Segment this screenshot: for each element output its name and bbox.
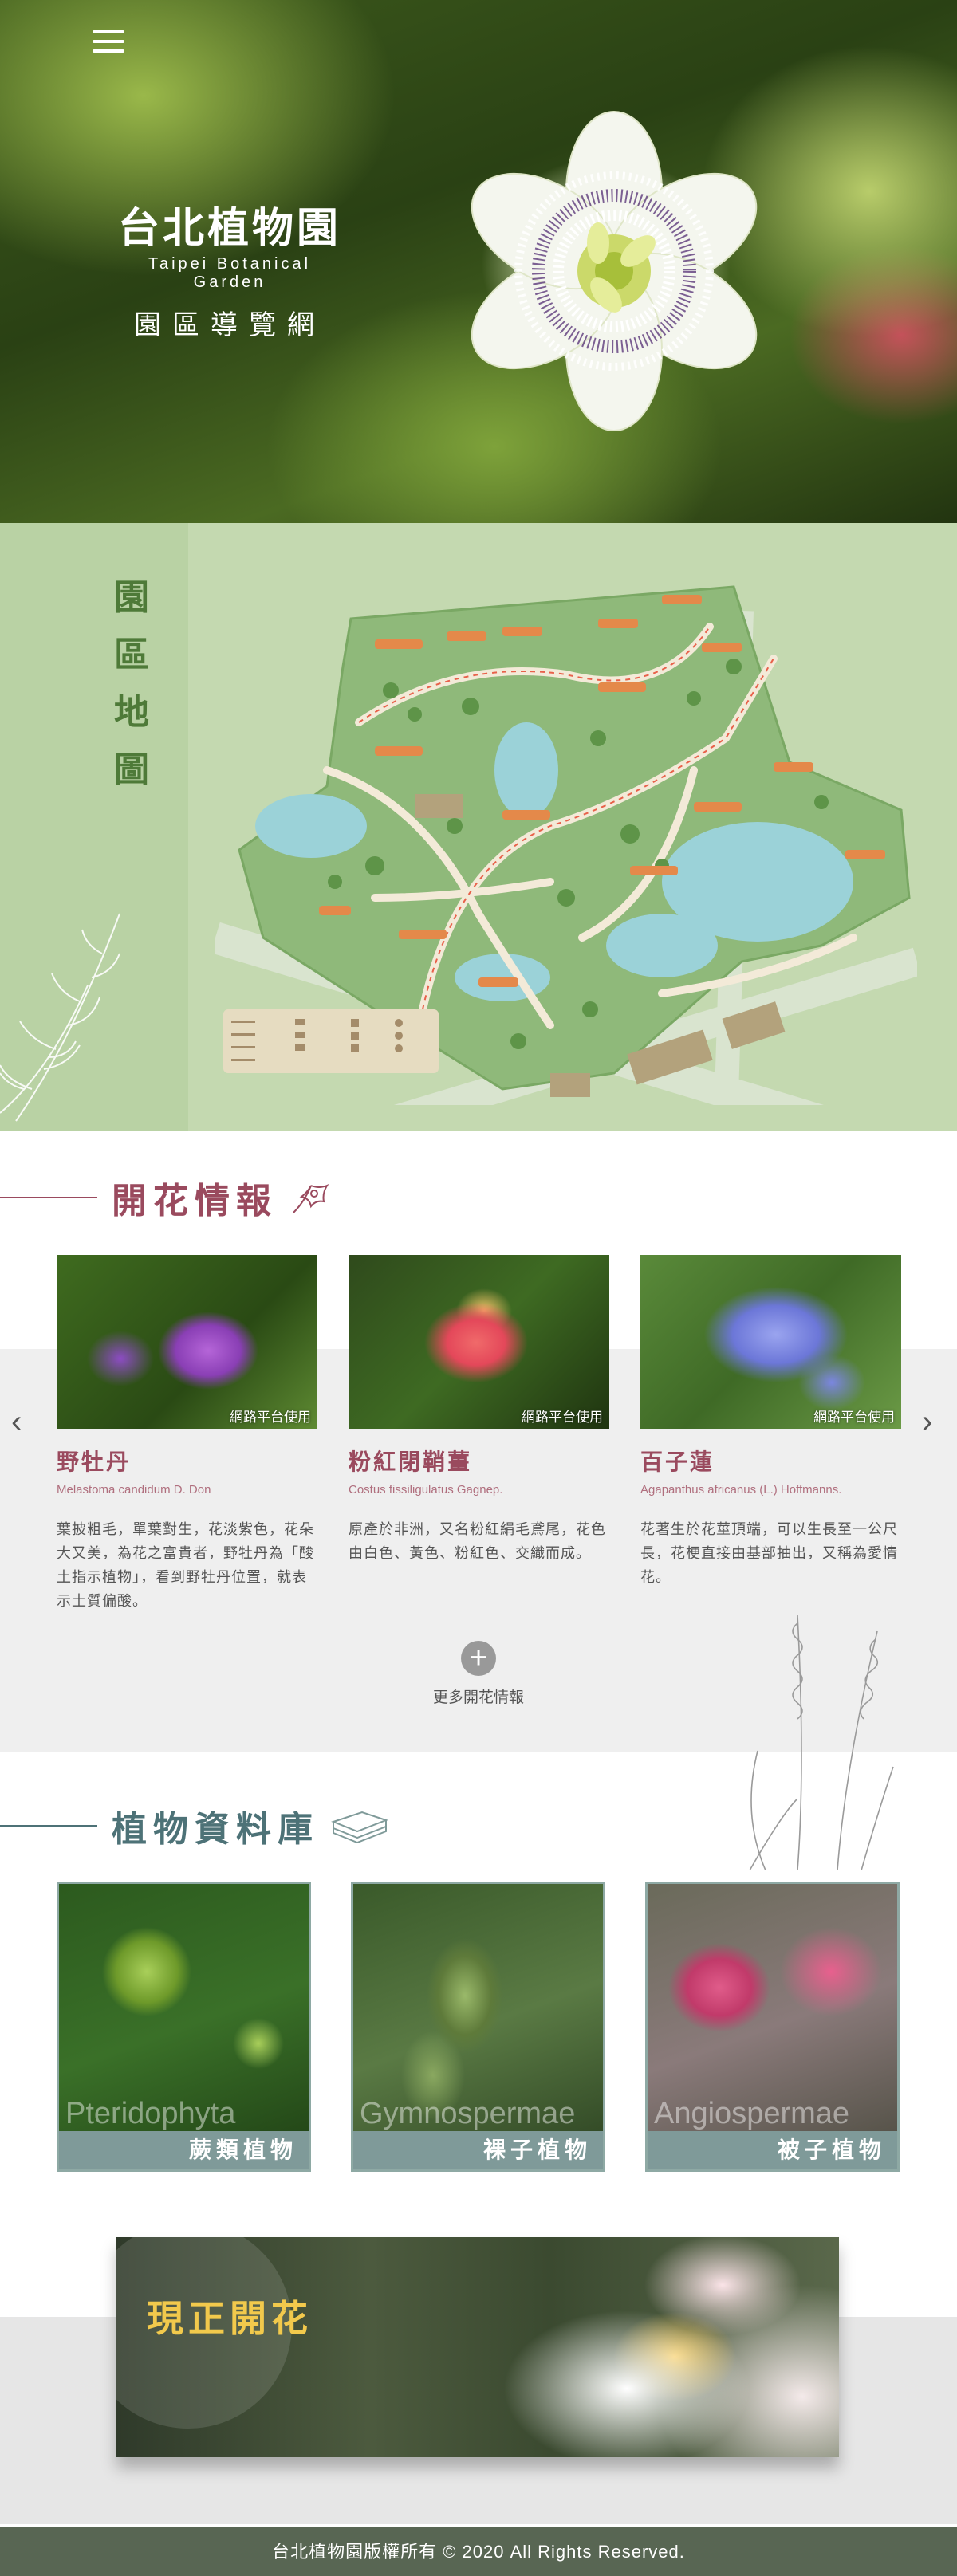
database-card-label: 裸子植物 [353,2131,603,2169]
carousel-prev-icon[interactable]: ‹ [11,1406,22,1437]
photo-watermark: 網路平台使用 [522,1410,603,1425]
database-card-angiospermae[interactable]: Angiospermae 被子植物 [645,1882,900,2172]
leaf-sketch-decoration [0,913,120,1122]
flower-latin-name: Agapanthus africanus (L.) Hoffmanns. [640,1483,842,1496]
flower-card[interactable]: 網路平台使用 百子蓮 Agapanthus africanus (L.) Hof… [640,1255,901,1589]
plus-icon: + [461,1641,496,1676]
more-flowers-label: 更多開花情報 [432,1689,524,1706]
map-section-title: 園 區 地 圖 [114,578,149,789]
flower-sketch-icon [293,1183,329,1213]
passion-flower-image [471,111,758,431]
database-card-latin: Angiospermae [654,2097,850,2130]
photo-watermark: 網路平台使用 [230,1410,311,1425]
flower-photo: 網路平台使用 [640,1255,901,1429]
site-logo[interactable]: 台北植物園 Taipei Botanical Garden 園區導覽網 [110,204,349,342]
flower-name: 粉紅閉鞘薑 [349,1449,473,1474]
flower-name: 百子蓮 [640,1449,715,1474]
garden-map-section: 園 區 地 圖 [0,523,957,1131]
flower-description: 原產於非洲，又名粉紅絹毛鳶尾，花色由白色、黃色、粉紅色、交織而成。 [349,1521,606,1561]
logo-english-title: Taipei Botanical Garden [148,255,312,291]
flower-section-heading: 開花情報 [0,1172,333,1223]
flower-name: 野牡丹 [57,1449,132,1474]
flower-description: 葉披粗毛，單葉對生，花淡紫色，花朵大又美，為花之富貴者，野牡丹為「酸土指示植物」… [57,1521,314,1609]
garden-map[interactable] [215,563,917,1105]
photo-watermark: 網路平台使用 [813,1410,895,1425]
carousel-next-icon[interactable]: › [922,1406,932,1437]
database-card-latin: Gymnospermae [360,2097,576,2130]
database-card-label: 被子植物 [648,2131,897,2169]
now-blooming-banner[interactable]: 現正開花 [116,2237,839,2457]
flower-photo: 網路平台使用 [57,1255,317,1429]
logo-chinese-title: 台北植物園 [117,204,341,253]
database-section-heading: 植物資料庫 [0,1800,389,1851]
copyright-text: 台北植物園版權所有 © 2020 All Rights Reserved. [272,2542,685,2562]
now-blooming-label: 現正開花 [147,2298,313,2339]
plant-database-section: 植物資料庫 Pteridophyta 蕨類植物 Gymnospermae 裸子植… [0,1752,957,2172]
database-section-title: 植物資料庫 [112,1810,319,1849]
database-card-label: 蕨類植物 [59,2131,309,2169]
hamburger-menu-icon[interactable] [93,30,124,56]
database-card-latin: Pteridophyta [65,2097,236,2130]
flower-info-section: 開花情報 ‹ › 網路平台使用 野牡丹 Melastoma candidum D… [0,1131,957,1870]
flower-card[interactable]: 網路平台使用 粉紅閉鞘薑 Costus fissiligulatus Gagne… [349,1255,609,1565]
flower-card[interactable]: 網路平台使用 野牡丹 Melastoma candidum D. Don 葉披粗… [57,1255,317,1613]
heading-rule [0,1197,97,1198]
database-card-gymnospermae[interactable]: Gymnospermae 裸子植物 [351,1882,605,2172]
book-icon [331,1811,388,1844]
flower-latin-name: Melastoma candidum D. Don [57,1483,211,1496]
flower-section-title: 開花情報 [112,1182,278,1221]
database-card-pteridophyta[interactable]: Pteridophyta 蕨類植物 [57,1882,311,2172]
flower-latin-name: Costus fissiligulatus Gagnep. [349,1483,503,1496]
flower-description: 花著生於花莖頂端，可以生長至一公尺長，花梗直接由基部抽出，又稱為愛情花。 [640,1521,898,1585]
more-flowers-button[interactable]: + 更多開花情報 [423,1641,534,1707]
logo-subtitle: 園區導覽網 [134,310,325,340]
footer: 台北植物園版權所有 © 2020 All Rights Reserved. [0,2527,957,2576]
hero-banner: 台北植物園 Taipei Botanical Garden 園區導覽網 [0,0,957,523]
heading-rule [0,1825,97,1827]
flower-photo: 網路平台使用 [349,1255,609,1429]
